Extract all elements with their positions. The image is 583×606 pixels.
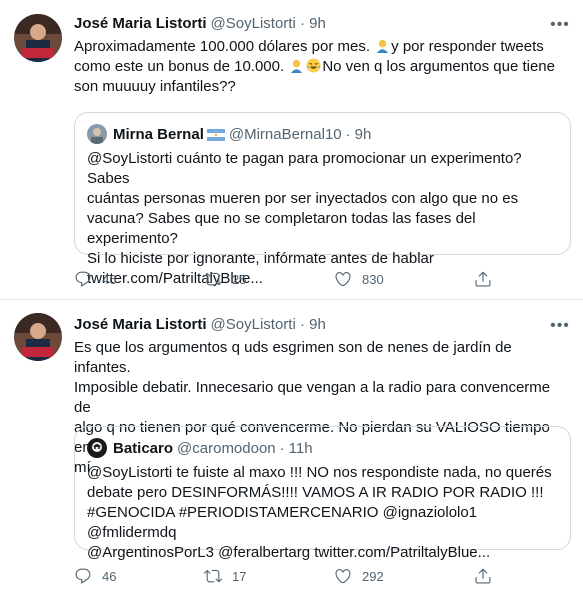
reply-count: 46 [102,271,117,287]
retweet-icon [204,569,222,583]
share-icon [475,271,491,287]
separator-dot: · [345,125,351,143]
quoted-text-line: cuántas personas mueren por ser inyectad… [87,190,519,207]
quoted-timestamp: 9h [354,125,372,143]
quoted-text-line: @SoyListorti cuánto te pagan para promoc… [87,150,522,187]
tweet-text-segment: No ven q los argumentos que tiene [322,58,555,75]
quoted-author-name: Mirna Bernal [113,125,204,143]
quoted-tweet-header: Mirna Bernal @MirnaBernal10 · 9h [87,124,371,144]
retweet-count: 25 [232,271,247,287]
like-count: 830 [362,271,384,287]
quoted-timestamp: 11h [288,439,313,457]
separator-dot: · [279,439,285,457]
retweet-button[interactable]: 25 [204,270,246,288]
tweet-text-line: Imposible debatir. Innecesario que venga… [74,379,551,416]
tweet-text-segment: son muuuuy infantiles?? [74,78,236,95]
share-icon [475,568,491,584]
reply-button[interactable]: 46 [74,270,116,288]
tweet[interactable]: José Maria Listorti @SoyListorti · 9h •••… [0,300,583,606]
retweet-icon [204,272,222,286]
tweet-text-segment: como este un bonus de 10.000. [74,58,289,75]
tweet[interactable]: José Maria Listorti @SoyListorti · 9h •••… [0,0,583,300]
quoted-author-handle: @MirnaBernal10 [228,125,342,143]
tweet-text-segment: y por responder tweets [391,38,544,55]
more-horizontal-icon[interactable]: ••• [545,15,575,35]
laughing-emoji-icon [306,58,321,73]
tweet-text-line: Es que los argumentos q uds esgrimen son… [74,339,512,376]
tweet-header: José Maria Listorti @SoyListorti · 9h [74,316,326,333]
quoted-tweet[interactable]: Baticaro @caromodoon · 11h @SoyListorti … [74,426,571,561]
quoted-tweet-header: Baticaro @caromodoon · 11h [87,438,313,458]
tweet-header: José Maria Listorti @SoyListorti · 9h [74,15,326,32]
retweet-count: 17 [232,568,247,584]
quoted-text-line: Si lo hiciste por ignorante, infórmate a… [87,250,434,267]
quoted-tweet-text: @SoyListorti cuánto te pagan para promoc… [87,149,558,289]
quoted-text-line: debate pero DESINFORMÁS!!!! VAMOS A IR R… [87,484,544,501]
reply-icon [75,271,91,287]
reply-count: 46 [102,568,117,584]
quoted-avatar [87,124,107,144]
like-count: 292 [362,568,384,584]
author-name[interactable]: José Maria Listorti [74,316,207,333]
quoted-text-line: #GENOCIDA #PERIODISTAMERCENARIO @ignazio… [87,504,478,541]
quoted-tweet-text: @SoyListorti te fuiste al maxo !!! NO no… [87,463,558,563]
reply-icon [75,568,91,584]
separator-dot: · [299,15,305,32]
man-emoji-icon [289,58,304,73]
quoted-avatar [87,438,107,458]
share-button[interactable] [474,270,502,288]
retweet-button[interactable]: 17 [204,567,246,585]
quoted-tweet[interactable]: Mirna Bernal @MirnaBernal10 · 9h @SoyLis… [74,112,571,287]
timestamp[interactable]: 9h [309,316,326,333]
avatar[interactable] [14,14,62,62]
more-horizontal-icon[interactable]: ••• [545,316,575,336]
quoted-author-handle: @caromodoon [177,439,276,457]
separator-dot: · [299,316,305,333]
quoted-text-line: @SoyListorti te fuiste al maxo !!! NO no… [87,464,552,481]
share-button[interactable] [474,567,502,585]
timestamp[interactable]: 9h [309,15,326,32]
author-name[interactable]: José Maria Listorti [74,15,207,32]
tweet-actions: 46 17 292 [74,567,494,587]
argentina-flag-icon [206,128,225,141]
tweet-actions: 46 25 830 [74,270,494,290]
quoted-text-line: @ArgentinosPorL3 @feralbertarg twitter.c… [87,544,491,561]
author-handle[interactable]: @SoyListorti [211,15,296,32]
reply-button[interactable]: 46 [74,567,116,585]
heart-icon [335,569,351,584]
quoted-author-name: Baticaro [113,439,174,457]
man-emoji-icon [375,38,390,53]
avatar[interactable] [14,313,62,361]
like-button[interactable]: 292 [334,567,384,585]
like-button[interactable]: 830 [334,270,384,288]
author-handle[interactable]: @SoyListorti [211,316,296,333]
heart-icon [335,272,351,287]
quoted-text-line: vacuna? Sabes que no se completaron toda… [87,210,476,247]
tweet-text-segment: Aproximadamente 100.000 dólares por mes. [74,38,375,55]
tweet-text: Aproximadamente 100.000 dólares por mes.… [74,37,569,97]
